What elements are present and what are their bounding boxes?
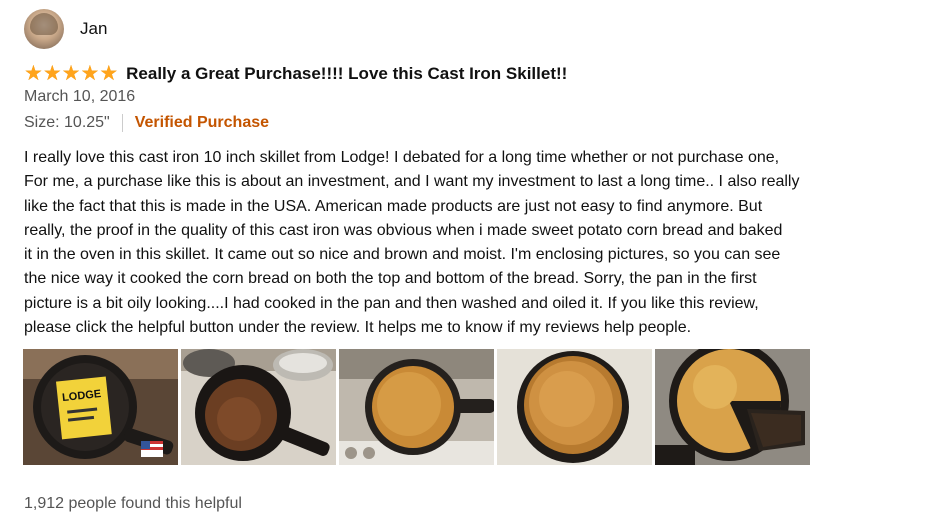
reviewer-name[interactable]: Jan [80,19,107,39]
reviewer-header: Jan [24,9,107,49]
helpful-count: 1,912 people found this helpful [24,495,242,512]
review-body-line: please click the helpful button under th… [24,319,692,337]
review-title[interactable]: Really a Great Purchase!!!! Love this Ca… [126,64,567,84]
star-icon: ★ [61,62,81,85]
review-body-line: it in the oven in this skillet. It came … [24,246,781,264]
review-title-row: ★ ★ ★ ★ ★ Really a Great Purchase!!!! Love t… [24,62,567,85]
review-image-skillet-label[interactable]: LODGE [23,349,178,465]
star-icon: ★ [99,62,119,85]
meta-divider [121,114,123,132]
avatar[interactable] [24,9,64,49]
review-body-line: picture is a bit oily looking....I had c… [24,294,759,312]
review-image-cornbread-oven[interactable] [339,349,494,465]
review-body-line: the nice way it cooked the corn bread on… [24,270,757,288]
star-icon: ★ [42,62,62,85]
review-image-cornbread-top[interactable] [497,349,652,465]
review-meta: Size: 10.25" Verified Purchase [24,114,269,132]
review-image-cornbread-sliced[interactable] [655,349,810,465]
review-date: March 10, 2016 [24,88,136,105]
review-image-gallery: LODGE [23,349,810,465]
star-icon: ★ [24,62,43,85]
review-body-line: For me, a purchase like this is about an… [24,173,800,191]
review-body-line: really, the proof in the quality of this… [24,221,783,239]
review-image-skillet-empty[interactable] [181,349,336,465]
star-icon: ★ [80,62,100,85]
verified-purchase-badge[interactable]: Verified Purchase [135,114,269,132]
star-rating[interactable]: ★ ★ ★ ★ ★ [24,62,119,85]
review-body: I really love this cast iron 10 inch ski… [24,146,924,340]
review-body-line: like the fact that this is made in the U… [24,197,763,215]
size-label: Size: 10.25" [24,114,110,131]
review-body-line: I really love this cast iron 10 inch ski… [24,149,780,166]
